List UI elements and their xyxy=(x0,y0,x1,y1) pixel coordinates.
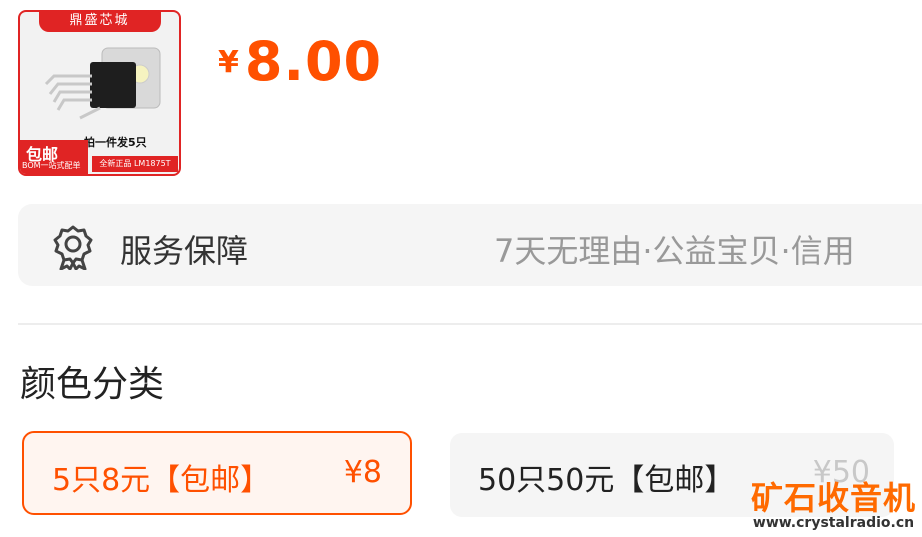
watermark-title: 矿石收音机 xyxy=(750,479,916,517)
watermark: 矿石收音机 www.crystalradio.cn xyxy=(751,481,916,531)
service-guarantee-row[interactable]: 服务保障 7天无理由·公益宝贝·信用 xyxy=(18,204,922,286)
thumbnail-caption: 拍一件发5只 xyxy=(84,136,147,149)
free-shipping-badge: 包邮 BOM一站式配单 xyxy=(20,140,88,174)
service-description: 7天无理由·公益宝贝·信用 xyxy=(494,232,855,270)
currency-symbol: ¥ xyxy=(218,45,239,80)
shield-award-icon xyxy=(53,225,93,270)
product-price: ¥8.00 xyxy=(218,30,382,93)
divider xyxy=(18,323,922,325)
variant-option-name: 5只8元【包邮】 xyxy=(52,463,271,498)
variant-section-title: 颜色分类 xyxy=(20,364,165,405)
model-tag: 全新正品 LM1875T xyxy=(92,156,178,172)
variant-option-name: 50只50元【包邮】 xyxy=(478,463,735,498)
thumbnail-banner: 鼎盛芯城 xyxy=(38,12,161,32)
chip-image xyxy=(44,47,161,120)
service-label: 服务保障 xyxy=(120,232,249,270)
bom-label: BOM一站式配单 xyxy=(22,161,81,170)
variant-option-price: ¥8 xyxy=(343,455,382,490)
watermark-url: www.crystalradio.cn xyxy=(752,515,915,531)
price-value: 8.00 xyxy=(244,30,383,93)
product-thumbnail[interactable]: 鼎盛芯城 拍一件发5只 包邮 BOM一站式配单 全新正品 LM1875T xyxy=(18,10,181,176)
variant-option-5pcs[interactable]: 5只8元【包邮】 ¥8 xyxy=(22,431,412,515)
